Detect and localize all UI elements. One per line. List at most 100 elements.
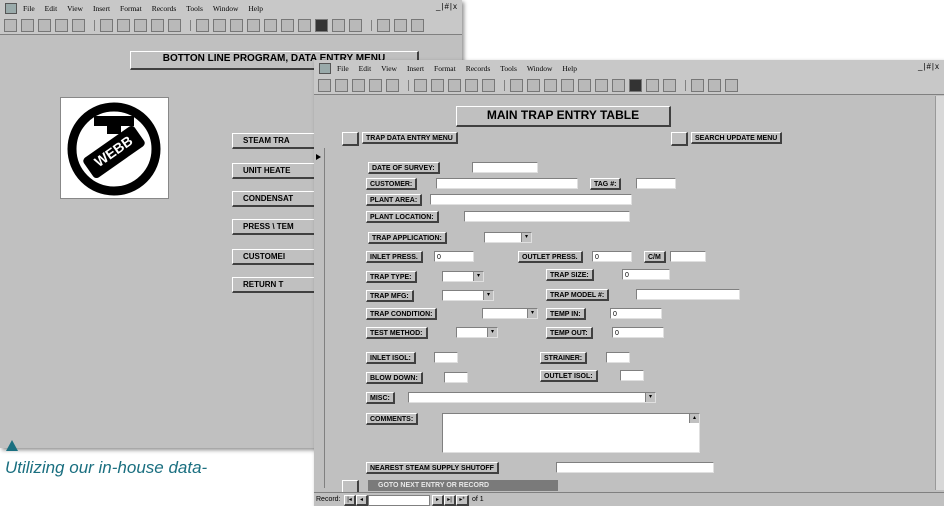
find-icon[interactable]: [629, 78, 642, 92]
preview-icon[interactable]: [369, 78, 382, 92]
blow-down-field[interactable]: [444, 372, 468, 383]
menu-records[interactable]: Records: [466, 64, 491, 73]
sort-asc-icon[interactable]: [544, 78, 557, 92]
record-selector[interactable]: [314, 148, 325, 488]
inlet-press-field[interactable]: 0: [434, 251, 474, 262]
outlet-isol-field[interactable]: [620, 370, 644, 381]
view-icon[interactable]: [4, 18, 17, 32]
menu-tools[interactable]: Tools: [186, 4, 203, 13]
save-icon[interactable]: [335, 78, 348, 92]
menu-file[interactable]: File: [23, 4, 35, 13]
plant-area-field[interactable]: [430, 194, 632, 205]
misc-dropdown[interactable]: ▾: [408, 392, 656, 403]
new-record-icon[interactable]: [646, 78, 659, 92]
temp-in-dropdown[interactable]: 0: [610, 308, 662, 319]
trap-mfg-dropdown[interactable]: ▾: [442, 290, 494, 301]
menu-help[interactable]: Help: [248, 4, 263, 13]
delete-record-icon[interactable]: [663, 78, 676, 92]
sort-asc-icon[interactable]: [230, 18, 243, 32]
menu-tools[interactable]: Tools: [500, 64, 517, 73]
trap-condition-dropdown[interactable]: ▾: [482, 308, 538, 319]
save-icon[interactable]: [21, 18, 34, 32]
customer-field[interactable]: [436, 178, 578, 189]
new-object-icon[interactable]: [394, 18, 407, 32]
menu-format[interactable]: Format: [434, 64, 456, 73]
trap-data-entry-menu-button[interactable]: TRAP DATA ENTRY MENU: [362, 132, 458, 144]
strainer-field[interactable]: [606, 352, 630, 363]
date-of-survey-field[interactable]: [472, 162, 538, 173]
record-number-field[interactable]: [368, 495, 430, 506]
plant-location-field[interactable]: [464, 211, 630, 222]
filter-icon[interactable]: [264, 18, 277, 32]
print-icon[interactable]: [352, 78, 365, 92]
first-record-button[interactable]: |◂: [344, 495, 356, 506]
apply-filter-icon[interactable]: [612, 78, 625, 92]
spelling-icon[interactable]: [386, 78, 399, 92]
print-icon[interactable]: [38, 18, 51, 32]
view-icon[interactable]: [318, 78, 331, 92]
sort-desc-icon[interactable]: [247, 18, 260, 32]
paste-icon[interactable]: [134, 18, 147, 32]
undo-icon[interactable]: [482, 78, 495, 92]
menu-view[interactable]: View: [67, 4, 83, 13]
scroll-up-icon[interactable]: ▴: [689, 414, 699, 423]
comments-textarea[interactable]: ▴: [442, 413, 700, 453]
trap-data-entry-menu-toggle[interactable]: [342, 132, 359, 146]
cut-icon[interactable]: [414, 78, 427, 92]
preview-icon[interactable]: [55, 18, 68, 32]
spelling-icon[interactable]: [72, 18, 85, 32]
trap-application-dropdown[interactable]: ▾: [484, 232, 532, 243]
window-controls[interactable]: _|#|x: [436, 2, 458, 11]
menu-help[interactable]: Help: [562, 64, 577, 73]
window-controls[interactable]: _|#|x: [918, 62, 940, 71]
menu-window[interactable]: Window: [527, 64, 553, 73]
menu-insert[interactable]: Insert: [407, 64, 424, 73]
web-icon[interactable]: [527, 78, 540, 92]
copy-icon[interactable]: [117, 18, 130, 32]
sort-desc-icon[interactable]: [561, 78, 574, 92]
new-record-button[interactable]: ▸*: [456, 495, 469, 506]
database-window-icon[interactable]: [691, 78, 704, 92]
menu-file[interactable]: File: [337, 64, 349, 73]
menu-edit[interactable]: Edit: [45, 4, 58, 13]
new-record-icon[interactable]: [332, 18, 345, 32]
previous-record-button[interactable]: ◂: [356, 495, 368, 506]
dropdown-arrow-icon[interactable]: ▾: [645, 393, 655, 402]
format-painter-icon[interactable]: [151, 18, 164, 32]
copy-icon[interactable]: [431, 78, 444, 92]
menu-view[interactable]: View: [381, 64, 397, 73]
menu-insert[interactable]: Insert: [93, 4, 110, 13]
goto-next-button[interactable]: GOTO NEXT ENTRY OR RECORD: [368, 480, 558, 491]
web-icon[interactable]: [213, 18, 226, 32]
tag-field[interactable]: [636, 178, 676, 189]
find-icon[interactable]: [315, 18, 328, 32]
cut-icon[interactable]: [100, 18, 113, 32]
new-object-icon[interactable]: [708, 78, 721, 92]
hyperlink-icon[interactable]: [196, 18, 209, 32]
filter-icon[interactable]: [578, 78, 591, 92]
paste-icon[interactable]: [448, 78, 461, 92]
dropdown-arrow-icon[interactable]: ▾: [521, 233, 531, 242]
inlet-isol-field[interactable]: [434, 352, 458, 363]
apply-filter-icon[interactable]: [298, 18, 311, 32]
last-record-button[interactable]: ▸|: [444, 495, 456, 506]
filter-form-icon[interactable]: [281, 18, 294, 32]
menu-records[interactable]: Records: [152, 4, 177, 13]
help-icon[interactable]: [725, 78, 738, 92]
trap-type-dropdown[interactable]: ▾: [442, 271, 484, 282]
menu-window[interactable]: Window: [213, 4, 239, 13]
help-icon[interactable]: [411, 18, 424, 32]
dropdown-arrow-icon[interactable]: ▾: [473, 272, 483, 281]
dropdown-arrow-icon[interactable]: ▾: [487, 328, 497, 337]
search-update-menu-button[interactable]: SEARCH UPDATE MENU: [691, 132, 783, 144]
delete-record-icon[interactable]: [349, 18, 362, 32]
undo-icon[interactable]: [168, 18, 181, 32]
dropdown-arrow-icon[interactable]: ▾: [483, 291, 493, 300]
vertical-scrollbar[interactable]: [935, 96, 944, 490]
temp-out-dropdown[interactable]: 0: [612, 327, 664, 338]
trap-size-dropdown[interactable]: 0: [622, 269, 670, 280]
filter-form-icon[interactable]: [595, 78, 608, 92]
outlet-press-field[interactable]: 0: [592, 251, 632, 262]
nearest-shutoff-field[interactable]: [556, 462, 714, 473]
test-method-dropdown[interactable]: ▾: [456, 327, 498, 338]
